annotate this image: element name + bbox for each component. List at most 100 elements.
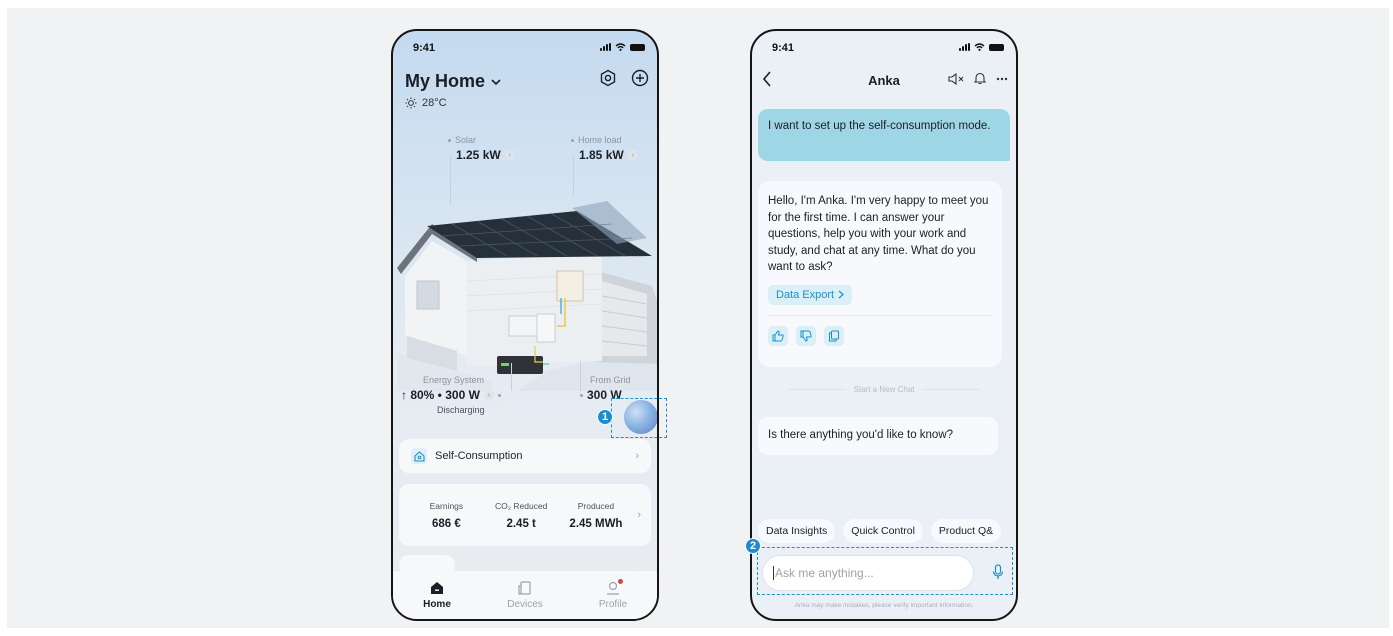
signal-icon [600, 43, 611, 51]
status-icons [600, 43, 645, 51]
copy-button[interactable] [824, 325, 844, 346]
chat-header: Anka [752, 67, 1016, 93]
stat-value: 2.45 t [506, 517, 536, 530]
callout-box-1 [611, 398, 667, 438]
sun-icon [405, 97, 417, 109]
quick-chip[interactable]: Quick Control [843, 519, 923, 543]
stat-value: 686 € [432, 517, 461, 530]
user-message-bubble: I want to set up the self-consumption mo… [758, 109, 1010, 161]
solar-value: 1.25 kW [456, 148, 501, 162]
chevron-right-icon: › [627, 150, 638, 160]
energy-system-value: ↑ 80% • 300 W [401, 388, 480, 402]
bell-icon[interactable] [974, 72, 986, 85]
thumbs-down-icon [800, 330, 812, 342]
divider [768, 314, 992, 316]
tab-label: Home [423, 598, 451, 610]
solar-dot [448, 138, 451, 142]
energy-dot [497, 393, 501, 397]
mode-card[interactable]: Self-Consumption › [399, 439, 651, 473]
stat-produced: Produced 2.45 MWh [559, 501, 634, 530]
home-screen-phone: 9:41 My Home 28°C Solar 1.25 kW › Home lo… [391, 29, 659, 621]
disclaimer-text: Anka may make mistakes, please verify im… [794, 602, 974, 609]
bot-message-card: Hello, I'm Anka. I'm very happy to meet … [758, 181, 1002, 367]
quick-chip[interactable]: Product Q& [930, 519, 1002, 543]
weather-info: 28°C [405, 97, 447, 109]
chevron-down-icon [491, 79, 501, 86]
data-export-link[interactable]: Data Export [768, 284, 853, 305]
stat-value: 2.45 MWh [569, 517, 623, 530]
feedback-row [768, 325, 992, 346]
grid-dot [580, 393, 583, 397]
thumbs-up-button[interactable] [768, 325, 788, 346]
divider-line [922, 389, 981, 390]
quick-chips-row: Data Insights Quick Control Product Q& [758, 519, 1002, 543]
mode-label: Self-Consumption [435, 450, 523, 462]
signal-icon [959, 43, 970, 51]
chevron-right-icon: › [504, 150, 515, 160]
data-export-label: Data Export [776, 288, 835, 301]
energy-system-metric[interactable]: Energy System ↑ 80% • 300 W › Discharging [401, 375, 521, 415]
stat-co2: CO₂ Reduced 2.45 t [484, 501, 559, 530]
home-icon [431, 581, 443, 594]
new-chat-divider: Start a New Chat [788, 385, 981, 394]
notification-dot [618, 578, 623, 584]
stat-earnings: Earnings 686 € [409, 501, 484, 530]
house-illustration [397, 201, 657, 391]
status-time: 9:41 [772, 42, 795, 54]
copy-icon [829, 330, 839, 341]
chevron-right-icon [838, 290, 845, 299]
home-load-value: 1.85 kW [579, 148, 624, 162]
wifi-icon [615, 43, 626, 51]
header-actions [948, 72, 1008, 85]
home-load-label: Home load [578, 135, 622, 145]
home-load-metric[interactable]: Home load 1.85 kW › [571, 135, 638, 162]
home-title: My Home [405, 71, 486, 91]
chevron-right-icon: › [637, 509, 642, 521]
energy-system-status: Discharging [437, 405, 485, 415]
quick-chip[interactable]: Data Insights [758, 519, 836, 543]
callout-badge-2: 2 [745, 538, 761, 554]
stat-label: CO₂ Reduced [494, 500, 548, 511]
tab-profile[interactable]: Profile [569, 571, 657, 619]
energy-system-label: Energy System [423, 375, 485, 385]
tab-devices[interactable]: Devices [481, 571, 569, 619]
chevron-right-icon: › [635, 450, 639, 462]
bot-message-bubble: Is there anything you'd like to know? [758, 417, 998, 455]
temperature: 28°C [422, 97, 447, 109]
mute-icon[interactable] [948, 72, 964, 85]
chat-screen-phone: 9:41 Anka I want to set up the self-cons… [750, 29, 1018, 621]
bot-message-text: Hello, I'm Anka. I'm very happy to meet … [768, 195, 989, 273]
tab-home[interactable]: Home [393, 571, 481, 619]
thumbs-up-icon [772, 329, 784, 341]
devices-icon [518, 580, 531, 595]
chevron-right-icon: › [483, 390, 494, 400]
from-grid-label: From Grid [590, 375, 631, 385]
settings-icon[interactable] [599, 69, 617, 87]
top-actions [599, 69, 649, 87]
home-mode-icon [411, 448, 427, 464]
battery-icon [989, 43, 1004, 51]
solar-label: Solar [455, 135, 477, 145]
more-icon[interactable] [996, 77, 1008, 81]
tab-bar: Home Devices Profile [393, 571, 657, 619]
status-icons [959, 43, 1004, 51]
wifi-icon [974, 43, 985, 51]
status-time: 9:41 [413, 42, 436, 54]
add-icon[interactable] [631, 69, 649, 87]
solar-metric[interactable]: Solar 1.25 kW › [448, 135, 515, 162]
battery-icon [630, 43, 645, 51]
thumbs-down-button[interactable] [796, 325, 816, 346]
callout-badge-1: 1 [597, 409, 613, 425]
home-selector[interactable]: My Home [405, 71, 501, 92]
status-bar: 9:41 [393, 31, 657, 61]
tab-label: Profile [598, 598, 628, 610]
home-load-dot [571, 138, 574, 142]
status-bar: 9:41 [752, 31, 1016, 61]
stat-label: Earnings [429, 500, 464, 511]
divider-line [788, 389, 846, 390]
canvas-background [7, 8, 1389, 628]
tab-label: Devices [507, 598, 543, 610]
stats-card[interactable]: Earnings 686 € CO₂ Reduced 2.45 t Produc… [399, 484, 651, 546]
new-chat-label: Start a New Chat [853, 385, 915, 394]
stat-label: Produced [577, 500, 615, 511]
